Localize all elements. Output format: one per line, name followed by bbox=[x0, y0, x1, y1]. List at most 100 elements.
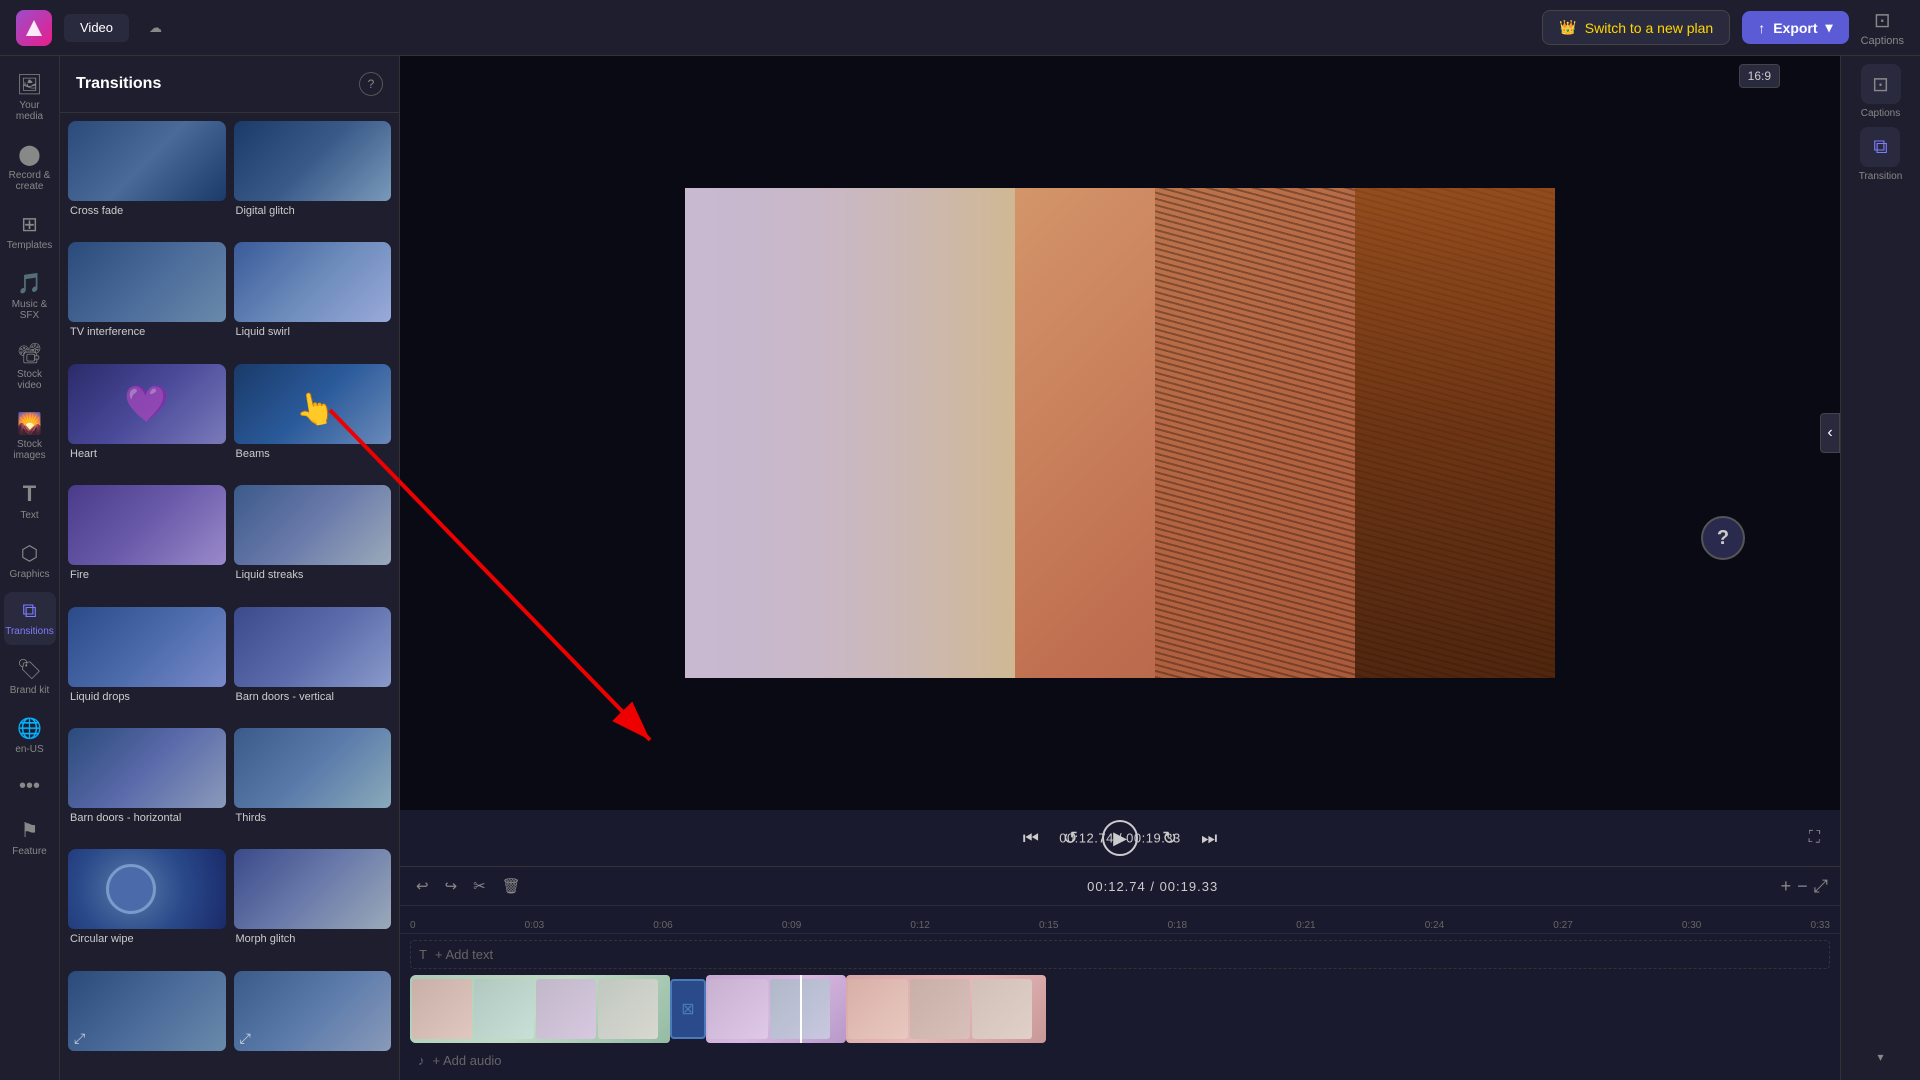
transition-item-digital-glitch[interactable]: Digital glitch bbox=[234, 121, 392, 234]
sidebar-item-templates[interactable]: ⊞ Templates bbox=[4, 204, 56, 259]
transition-marker[interactable]: ⊠ bbox=[670, 979, 706, 1039]
transition-thumb-unknown1: ⤢ bbox=[68, 971, 226, 1051]
more-icon: ••• bbox=[19, 775, 40, 798]
transition-thumb-beams bbox=[234, 364, 392, 444]
transition-item-thirds[interactable]: Thirds bbox=[234, 728, 392, 841]
center-panel: 16:9 ‹ ? ⏮ ↺ ▶ ↻ ⏭ 00:12.74 / 00:19.33 ⛶ bbox=[400, 56, 1840, 1080]
undo-button[interactable]: ↩ bbox=[412, 873, 433, 899]
skip-forward-button[interactable]: ⏭ bbox=[1201, 828, 1217, 849]
add-text-row[interactable]: T + Add text bbox=[410, 940, 1830, 969]
tab-video[interactable]: Video bbox=[64, 14, 129, 42]
transition-panel-icon: ⧉ bbox=[1860, 127, 1900, 167]
fit-button[interactable]: ⤢ bbox=[1814, 876, 1828, 897]
ruler-mark: 0:21 bbox=[1296, 920, 1315, 931]
sidebar-item-record-create[interactable]: ⬤ Record & create bbox=[4, 134, 56, 200]
transitions-label: Transitions bbox=[5, 626, 54, 637]
export-label: Export bbox=[1773, 20, 1817, 36]
video-segment-2[interactable] bbox=[706, 975, 846, 1043]
transition-item-barn-doors-vertical[interactable]: Barn doors - vertical bbox=[234, 607, 392, 720]
transition-item-liquid-swirl[interactable]: Liquid swirl bbox=[234, 242, 392, 355]
sidebar-item-stock-images[interactable]: 🌄 Stock images bbox=[4, 403, 56, 469]
transition-panel-button[interactable]: ⧉ Transition bbox=[1859, 127, 1903, 182]
fullscreen-button[interactable]: ⛶ bbox=[1809, 829, 1820, 847]
panel-help-button[interactable]: ? bbox=[359, 72, 383, 96]
collapse-panel-button[interactable]: ‹ bbox=[1820, 413, 1840, 453]
transition-item-cross-fade[interactable]: Cross fade bbox=[68, 121, 226, 234]
add-audio-row[interactable]: ♪ + Add audio bbox=[410, 1047, 1830, 1074]
export-button[interactable]: ↑ Export ▾ bbox=[1742, 11, 1848, 44]
transition-thumb-digital-glitch bbox=[234, 121, 392, 201]
music-note-icon: ♪ bbox=[418, 1053, 425, 1068]
redo-button[interactable]: ↪ bbox=[441, 873, 462, 899]
zoom-out-button[interactable]: − bbox=[1797, 876, 1808, 897]
tab-cloud[interactable]: ☁ bbox=[133, 14, 178, 42]
ruler-mark: 0:09 bbox=[782, 920, 801, 931]
transition-thumb-unknown2: ⤢ bbox=[234, 971, 392, 1051]
add-text-label: + Add text bbox=[435, 947, 493, 962]
music-label: Music & SFX bbox=[8, 299, 52, 321]
crown-icon: 👑 bbox=[1559, 19, 1576, 36]
sidebar-item-brand-kit[interactable]: 🏷 Brand kit bbox=[4, 649, 56, 704]
transition-label-heart: Heart bbox=[68, 444, 226, 464]
transition-label-beams: Beams bbox=[234, 444, 392, 464]
help-button[interactable]: ? bbox=[1701, 516, 1745, 560]
ruler-mark: 0:06 bbox=[653, 920, 672, 931]
delete-button[interactable]: 🗑 bbox=[498, 873, 525, 899]
sidebar-item-language[interactable]: 🌐 en-US bbox=[4, 708, 56, 763]
transition-item-morph-glitch[interactable]: Morph glitch bbox=[234, 849, 392, 962]
text-icon: T bbox=[23, 481, 36, 507]
transition-item-heart[interactable]: 💜 Heart bbox=[68, 364, 226, 477]
app-logo bbox=[16, 10, 52, 46]
expand-icon: ⤢ bbox=[74, 1030, 85, 1047]
feature-label: Feature bbox=[12, 846, 46, 857]
transition-label-cross-fade: Cross fade bbox=[68, 201, 226, 221]
transition-item-liquid-drops[interactable]: Liquid drops bbox=[68, 607, 226, 720]
brand-kit-icon: 🏷 bbox=[17, 657, 42, 682]
timeline-time-display: 00:12.74 / 00:19.33 bbox=[533, 879, 1773, 894]
transition-item-unknown2[interactable]: ⤢ bbox=[234, 971, 392, 1072]
panel-header: Transitions ? bbox=[60, 56, 399, 113]
captions-button[interactable]: ⊡ Captions bbox=[1861, 8, 1904, 47]
sidebar-item-more[interactable]: ••• bbox=[4, 767, 56, 806]
video-frame bbox=[685, 188, 1555, 678]
top-bar-right: 👑 Switch to a new plan ↑ Export ▾ ⊡ Capt… bbox=[1542, 8, 1904, 47]
transition-item-circular-wipe[interactable]: Circular wipe bbox=[68, 849, 226, 962]
stock-video-icon: 📽 bbox=[17, 341, 42, 366]
text-track-icon: T bbox=[419, 947, 427, 962]
transition-label-barn-doors-horizontal: Barn doors - horizontal bbox=[68, 808, 226, 828]
skip-back-button[interactable]: ⏮ bbox=[1023, 828, 1039, 849]
switch-plan-label: Switch to a new plan bbox=[1585, 20, 1713, 36]
transition-thumb-liquid-drops bbox=[68, 607, 226, 687]
heart-overlay: 💜 bbox=[124, 383, 169, 425]
video-segment-1[interactable] bbox=[410, 975, 670, 1043]
timeline-toolbar: ↩ ↪ ✂ 🗑 00:12.74 / 00:19.33 + − ⤢ bbox=[400, 867, 1840, 906]
transition-item-fire[interactable]: Fire bbox=[68, 485, 226, 598]
graphics-label: Graphics bbox=[9, 569, 49, 580]
sidebar-item-graphics[interactable]: ⬡ Graphics bbox=[4, 533, 56, 588]
text-label: Text bbox=[20, 510, 38, 521]
captions-panel-button[interactable]: ⊡ Captions bbox=[1861, 64, 1901, 119]
sidebar-item-feature[interactable]: ⚑ Feature bbox=[4, 810, 56, 865]
transition-label-liquid-drops: Liquid drops bbox=[68, 687, 226, 707]
video-segment-3[interactable] bbox=[846, 975, 1046, 1043]
cut-button[interactable]: ✂ bbox=[469, 873, 490, 899]
switch-plan-button[interactable]: 👑 Switch to a new plan bbox=[1542, 10, 1730, 45]
transition-thumb-heart: 💜 bbox=[68, 364, 226, 444]
sidebar-item-text[interactable]: T Text bbox=[4, 473, 56, 529]
sidebar-item-transitions[interactable]: ⧉ Transitions bbox=[4, 592, 56, 645]
sidebar-item-your-media[interactable]: 🖼 Your media bbox=[4, 64, 56, 130]
transition-item-liquid-streaks[interactable]: Liquid streaks bbox=[234, 485, 392, 598]
transition-item-tv-interference[interactable]: TV interference bbox=[68, 242, 226, 355]
sidebar-item-stock-video[interactable]: 📽 Stock video bbox=[4, 333, 56, 399]
transition-label-tv-interference: TV interference bbox=[68, 322, 226, 342]
transition-thumb-liquid-streaks bbox=[234, 485, 392, 565]
time-display: 00:12.74 / 00:19.33 bbox=[1059, 831, 1181, 846]
zoom-in-button[interactable]: + bbox=[1781, 876, 1792, 897]
timeline-dropdown-button[interactable]: ▾ bbox=[1877, 1050, 1883, 1064]
sidebar-item-music[interactable]: 🎵 Music & SFX bbox=[4, 263, 56, 329]
transition-item-beams[interactable]: Beams bbox=[234, 364, 392, 477]
transition-label-circular-wipe: Circular wipe bbox=[68, 929, 226, 949]
transition-item-barn-doors-horizontal[interactable]: Barn doors - horizontal bbox=[68, 728, 226, 841]
captions-panel-label: Captions bbox=[1861, 108, 1900, 119]
transition-item-unknown1[interactable]: ⤢ bbox=[68, 971, 226, 1072]
